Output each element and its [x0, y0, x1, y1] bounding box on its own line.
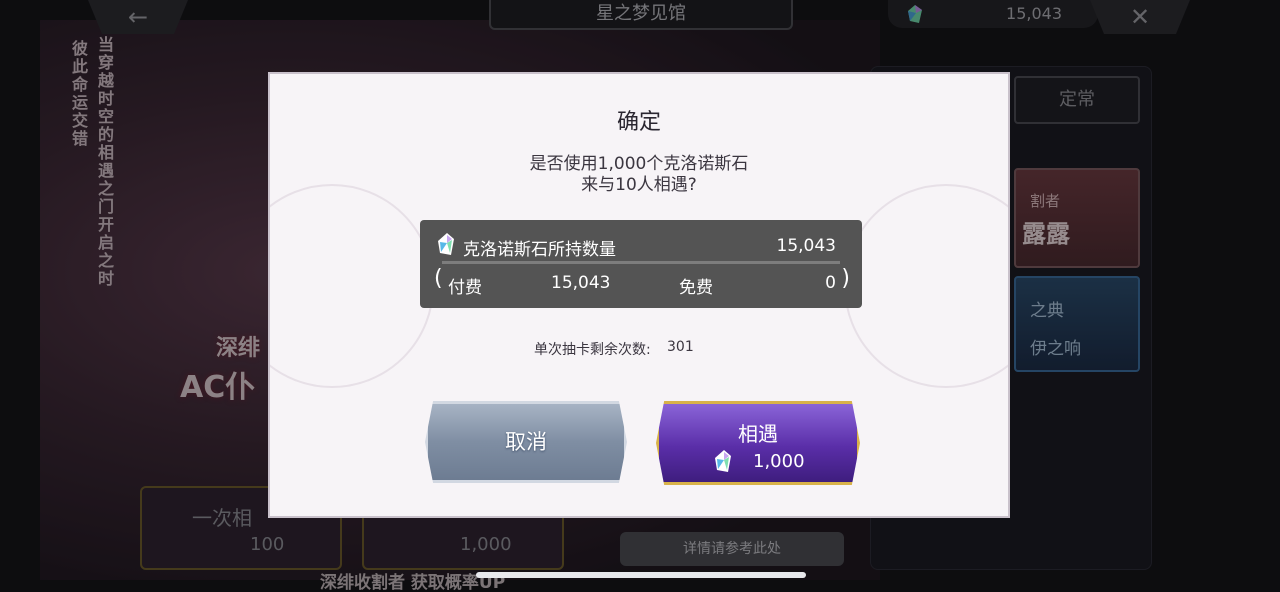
dialog-message-line: 是否使用1,000个克洛诺斯石: [529, 154, 749, 174]
paren-close: ): [841, 266, 850, 291]
holdings-total: 15,043: [776, 236, 836, 256]
remaining-pulls-value: 301: [667, 339, 694, 355]
free-label: 免费: [679, 278, 713, 298]
dialog-decoration: [270, 184, 434, 388]
chronos-stone-icon: [438, 233, 454, 255]
paid-value: 15,043: [551, 273, 611, 293]
dialog-message: 是否使用1,000个克洛诺斯石 来与10人相遇?: [270, 154, 1008, 196]
holdings-divider: [442, 261, 840, 264]
confirm-dialog: 确定 是否使用1,000个克洛诺斯石 来与10人相遇? 克洛诺斯石所持数量 15…: [268, 72, 1010, 518]
home-indicator[interactable]: [476, 572, 806, 578]
holdings-label: 克洛诺斯石所持数量: [463, 240, 616, 260]
free-value: 0: [825, 273, 836, 293]
confirm-label: 相遇: [738, 422, 778, 446]
dialog-title: 确定: [616, 110, 661, 135]
chronos-stone-icon: [715, 450, 731, 472]
paren-open: (: [434, 266, 443, 291]
cancel-button[interactable]: 取消: [425, 401, 627, 483]
confirm-button[interactable]: 相遇 1,000: [656, 401, 860, 485]
dialog-message-line: 来与10人相遇?: [581, 175, 697, 195]
paid-label: 付费: [448, 278, 482, 298]
remaining-pulls-label: 单次抽卡剩余次数:: [534, 342, 651, 358]
holdings-panel: 克洛诺斯石所持数量 15,043 ( 付费 15,043 免费 0 ): [420, 220, 862, 308]
dialog-decoration: [844, 184, 1008, 388]
confirm-cost: 1,000: [753, 451, 805, 472]
